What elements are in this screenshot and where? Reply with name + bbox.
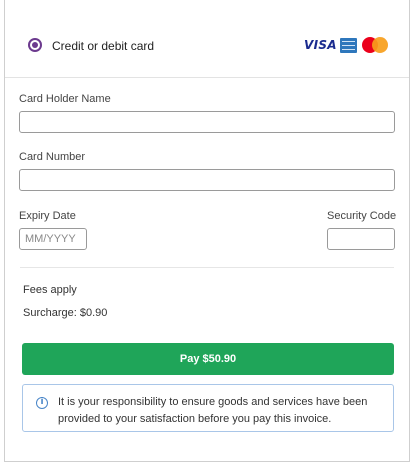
payment-method-radio[interactable]	[28, 38, 42, 52]
security-code-input[interactable]	[327, 228, 395, 250]
amex-logo	[340, 38, 357, 53]
notice-text: It is your responsibility to ensure good…	[58, 396, 368, 425]
card-holder-input[interactable]	[19, 111, 395, 133]
card-holder-label: Card Holder Name	[19, 93, 111, 105]
payment-method-option[interactable]: Credit or debit card VISA	[5, 0, 409, 78]
card-number-label: Card Number	[19, 151, 86, 163]
visa-logo: VISA	[304, 38, 337, 52]
payment-method-label: Credit or debit card	[52, 39, 155, 53]
expiry-date-label: Expiry Date	[19, 210, 76, 222]
payment-form: Credit or debit card VISA Card Holder Na…	[4, 0, 410, 462]
expiry-date-input[interactable]	[19, 228, 87, 250]
card-number-input[interactable]	[19, 169, 395, 191]
section-divider	[20, 267, 394, 268]
fees-heading: Fees apply	[23, 284, 77, 296]
pay-button[interactable]: Pay $50.90	[22, 343, 394, 375]
security-code-label: Security Code	[327, 210, 397, 222]
responsibility-notice: i It is your responsibility to ensure go…	[22, 384, 394, 432]
info-icon: i	[36, 397, 48, 409]
surcharge-text: Surcharge: $0.90	[23, 307, 108, 319]
mastercard-logo	[362, 37, 388, 54]
